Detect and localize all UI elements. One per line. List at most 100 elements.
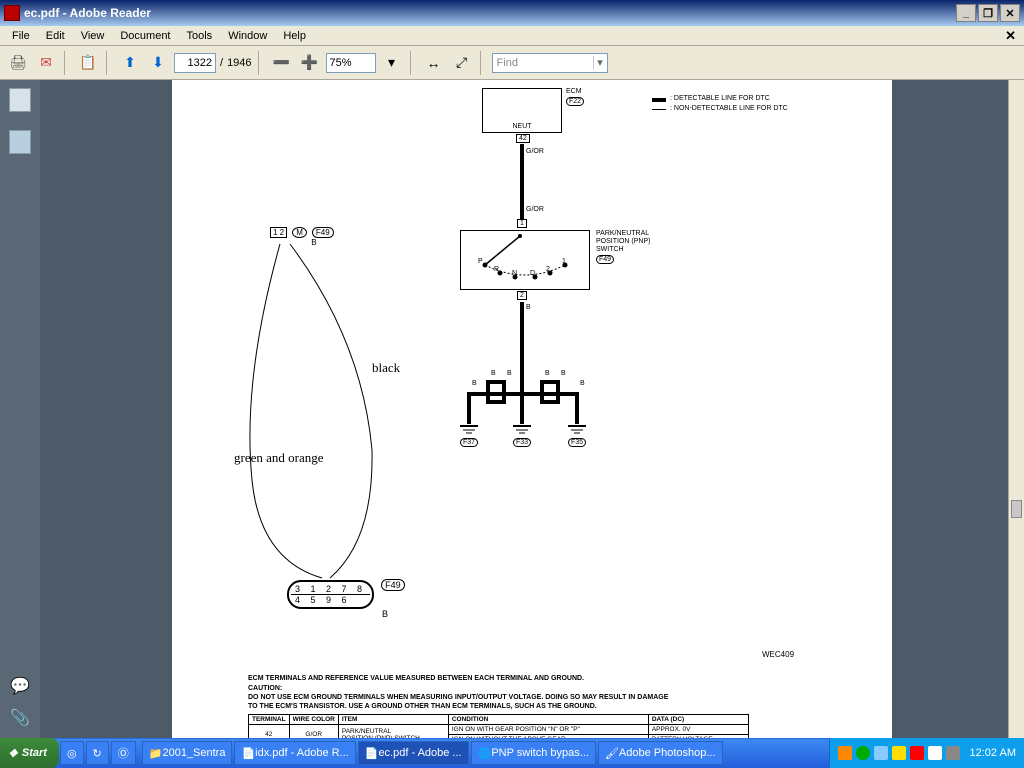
fit-width-button[interactable]: ↔ — [422, 51, 446, 75]
legend-detectable: : DETECTABLE LINE FOR DTC — [670, 95, 770, 102]
page-number-input[interactable] — [174, 53, 216, 73]
app-icon — [4, 5, 20, 21]
scrollbar-thumb[interactable] — [1011, 500, 1022, 518]
ground-conn-1: F37 — [460, 438, 478, 447]
collab-button[interactable]: 📋 — [76, 51, 100, 75]
menu-window[interactable]: Window — [220, 28, 275, 44]
td-wire: G/OR — [289, 725, 338, 739]
menu-document[interactable]: Document — [112, 28, 178, 44]
ground-drop-1 — [467, 392, 471, 424]
find-dropdown[interactable]: ▾ — [593, 56, 607, 69]
reference-table: TERMINAL WIRE COLOR ITEM CONDITION DATA … — [248, 714, 749, 738]
tray-icon[interactable] — [928, 746, 942, 760]
toolbar-separator — [64, 51, 70, 75]
menu-edit[interactable]: Edit — [38, 28, 73, 44]
td-cond2: IGN ON WITHOUT THE ABOVE GEAR — [448, 735, 648, 739]
print-button[interactable]: 🖨 — [6, 51, 30, 75]
find-input[interactable] — [493, 57, 593, 69]
tray-icon[interactable] — [856, 746, 870, 760]
figure-number: WEC409 — [762, 650, 794, 659]
pos-1: 1 — [562, 258, 566, 265]
zoom-input[interactable] — [326, 53, 376, 73]
clock[interactable]: 12:02 AM — [970, 747, 1016, 759]
taskbar-item-idx[interactable]: 📄 idx.pdf - Adobe R... — [234, 741, 355, 765]
vertical-scrollbar[interactable] — [1008, 80, 1024, 738]
ground-drop-3 — [575, 392, 579, 424]
quicklaunch-item[interactable]: Ⓞ — [111, 741, 136, 765]
system-tray[interactable]: 12:02 AM — [829, 738, 1024, 768]
neut-pin: 42 — [516, 134, 530, 143]
close-button[interactable]: ✕ — [1000, 4, 1020, 22]
taskbar-item-folder[interactable]: 📁 2001_Sentra — [142, 741, 233, 765]
pos-d: D — [530, 270, 535, 277]
minimize-button[interactable]: _ — [956, 4, 976, 22]
ground-symbol-2 — [513, 424, 531, 436]
prev-page-button[interactable]: ⬆ — [118, 51, 142, 75]
pnp-title1: PARK/NEUTRAL — [596, 230, 649, 237]
document-area[interactable]: NEUT ECM F22 42 : DETECTABLE LINE FOR DT… — [40, 80, 1024, 738]
toolbar-separator — [106, 51, 112, 75]
tray-icon[interactable] — [946, 746, 960, 760]
annotation-curves — [232, 240, 432, 600]
th-condition: CONDITION — [448, 715, 648, 725]
main-area: 💬 📎 NEUT ECM F22 42 : DETECTABLE LINE FO… — [0, 80, 1024, 738]
pos-2: 2 — [546, 266, 550, 273]
zoom-dropdown[interactable]: ▾ — [380, 51, 404, 75]
taskbar-item-photoshop[interactable]: 🖌 Adobe Photoshop... — [598, 741, 723, 765]
pdf-page: NEUT ECM F22 42 : DETECTABLE LINE FOR DT… — [172, 80, 892, 738]
pnp-connector: F49 — [596, 255, 614, 264]
td-terminal: 42 — [249, 725, 290, 739]
tray-icon[interactable] — [874, 746, 888, 760]
next-page-button[interactable]: ⬇ — [146, 51, 170, 75]
bookmarks-panel-icon[interactable] — [9, 130, 31, 154]
b-label-3: B — [507, 370, 512, 377]
conn-small-m: M — [292, 227, 307, 238]
ecm-label: ECM — [566, 88, 582, 95]
fit-page-button[interactable]: ⤢ — [450, 51, 474, 75]
ground-conn-3: F35 — [568, 438, 586, 447]
pos-n: N — [512, 270, 517, 277]
restore-button[interactable]: ❐ — [978, 4, 998, 22]
legend-thin-line — [652, 109, 666, 110]
email-button[interactable]: ✉ — [34, 51, 58, 75]
wire-pnp-gnd — [520, 302, 524, 392]
doc-close-button[interactable]: ✕ — [1001, 28, 1020, 44]
tray-icon[interactable] — [910, 746, 924, 760]
wire-label-gor-bot: G/OR — [526, 206, 544, 213]
b-label-4: B — [545, 370, 550, 377]
pages-panel-icon[interactable] — [9, 88, 31, 112]
taskbar-item-ec[interactable]: 📄 ec.pdf - Adobe ... — [358, 741, 469, 765]
toolbar-separator — [480, 51, 486, 75]
window-titlebar: ec.pdf - Adobe Reader _ ❐ ✕ — [0, 0, 1024, 26]
comments-panel-icon[interactable]: 💬 — [10, 676, 30, 696]
ground-symbol-3 — [568, 424, 586, 436]
menu-view[interactable]: View — [73, 28, 113, 44]
b-label-6: B — [580, 380, 585, 387]
attachments-panel-icon[interactable]: 📎 — [10, 708, 30, 728]
find-box[interactable]: ▾ — [492, 53, 608, 73]
td-data1: APPROX. 0V — [648, 725, 748, 735]
start-button[interactable]: ❖Start — [0, 738, 59, 768]
tray-icon[interactable] — [838, 746, 852, 760]
pos-r: R — [494, 266, 499, 273]
th-item: ITEM — [338, 715, 448, 725]
bridge-1t — [486, 380, 506, 384]
pnp-pin2: 2 — [517, 291, 527, 300]
pnp-pin1: 1 — [517, 219, 527, 228]
tray-icon[interactable] — [892, 746, 906, 760]
pos-p: P — [478, 258, 483, 265]
quicklaunch-item[interactable]: ↻ — [86, 741, 109, 765]
page-separator: / — [220, 57, 223, 69]
pnp-title2: POSITION (PNP) — [596, 238, 650, 245]
zoom-in-button[interactable]: ➕ — [298, 51, 322, 75]
menu-tools[interactable]: Tools — [179, 28, 221, 44]
menu-help[interactable]: Help — [275, 28, 314, 44]
b-label-5: B — [561, 370, 566, 377]
quicklaunch-item[interactable]: ◎ — [60, 741, 84, 765]
wire-b-label: B — [526, 304, 531, 311]
menu-file[interactable]: File — [4, 28, 38, 44]
zoom-out-button[interactable]: ➖ — [270, 51, 294, 75]
taskbar-item-pnp[interactable]: 🌐 PNP switch bypas... — [471, 741, 596, 765]
th-wire: WIRE COLOR — [289, 715, 338, 725]
navigation-pane: 💬 📎 — [0, 80, 40, 738]
